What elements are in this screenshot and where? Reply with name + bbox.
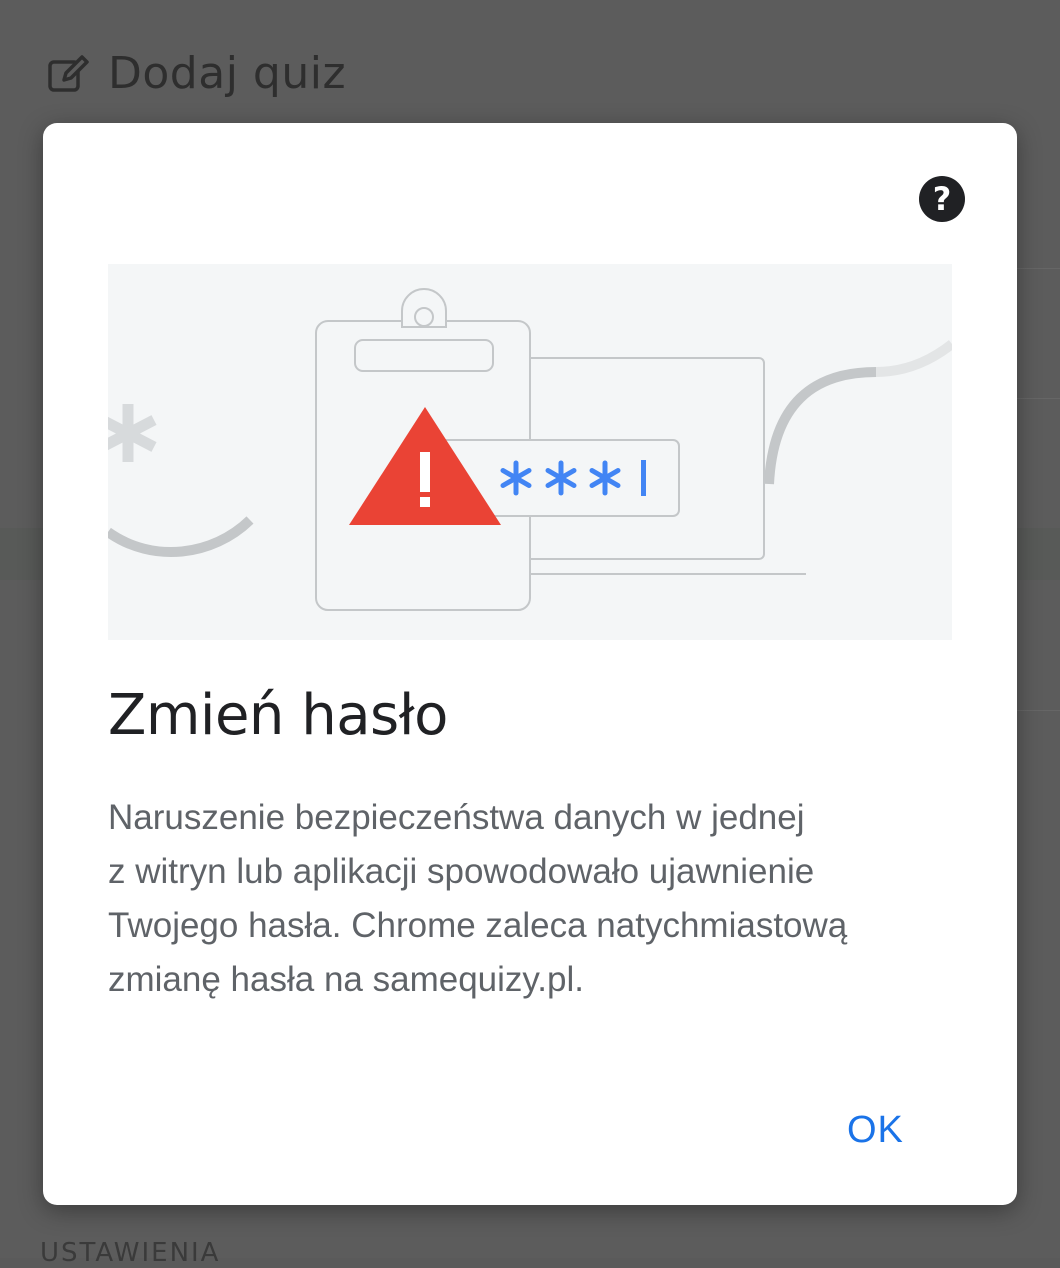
ok-button[interactable]: OK [833, 1105, 918, 1156]
text-cursor [641, 460, 646, 496]
edit-icon [48, 54, 89, 92]
dialog-message-line: Twojego hasła. Chrome zaleca natychmiast… [108, 906, 848, 945]
password-breach-dialog: ? Zmień hasło Naruszenie bezpieczeństwa … [43, 123, 1017, 1205]
background-header: Dodaj quiz [46, 48, 346, 99]
dialog-message-line: zmianę hasła na samequizy.pl. [108, 960, 584, 999]
asterisk-icon [108, 404, 157, 462]
decorative-arc-left [108, 516, 254, 557]
background-page-title: Dodaj quiz [108, 48, 347, 99]
dialog-message: Naruszenie bezpieczeństwa danych w jedne… [108, 791, 928, 1007]
dialog-message-line: Naruszenie bezpieczeństwa danych w jedne… [108, 798, 805, 837]
help-icon[interactable]: ? [919, 176, 965, 222]
dialog-title: Zmień hasło [108, 683, 448, 748]
decorative-arc-right [764, 367, 877, 485]
background-footer-label: USTAWIENIA [40, 1238, 221, 1268]
breach-illustration [108, 264, 952, 640]
dialog-message-line: z witryn lub aplikacji spowodowało ujawn… [108, 852, 815, 891]
illustration-graphic [108, 288, 952, 611]
